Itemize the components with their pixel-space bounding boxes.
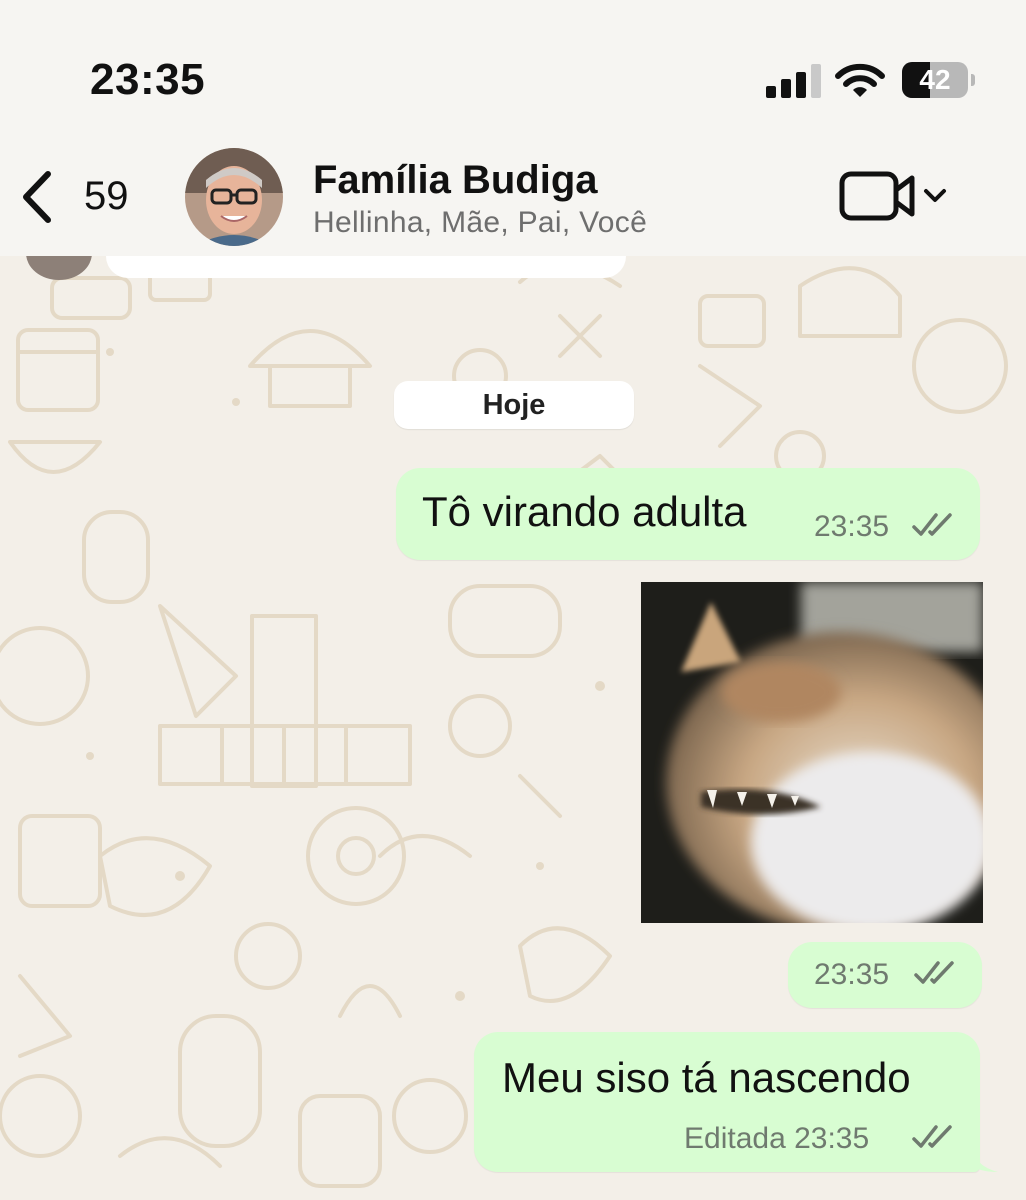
wifi-icon <box>835 63 885 97</box>
status-time: 23:35 <box>90 55 206 104</box>
cat-sticker[interactable] <box>641 582 983 923</box>
outgoing-message[interactable]: Meu siso tá nascendo Editada 23:35 <box>474 1032 980 1172</box>
message-meta: Editada 23:35 <box>684 1122 869 1156</box>
message-time: 23:35 <box>814 510 890 543</box>
group-members: Hellinha, Mãe, Pai, Você <box>313 206 648 239</box>
cellular-signal-icon <box>766 64 822 98</box>
chevron-left-icon <box>23 171 51 223</box>
sticker-time-bubble[interactable]: 23:35 <box>788 942 982 1008</box>
chat-area[interactable]: Hoje Tô virando adulta 23:35 23:35 Meu s… <box>0 256 1026 1200</box>
previous-message-bubble[interactable] <box>106 256 626 278</box>
message-time: 23:35 <box>814 958 890 991</box>
double-check-icon <box>914 961 954 984</box>
message-text: Meu siso tá nascendo <box>502 1054 911 1101</box>
video-camera-icon <box>839 171 946 221</box>
message-text: Tô virando adulta <box>422 488 747 535</box>
edited-label: Editada <box>684 1122 786 1155</box>
group-name[interactable]: Família Budiga <box>313 158 598 203</box>
outgoing-message[interactable]: Tô virando adulta 23:35 <box>396 468 980 560</box>
status-bar: 23:35 42 <box>0 0 1026 140</box>
double-check-icon <box>912 513 952 536</box>
double-check-icon <box>912 1125 952 1148</box>
battery-level: 42 <box>919 64 951 95</box>
battery-icon: 42 <box>902 62 975 100</box>
chat-header: 59 Família Budiga Hellinha, Mãe, Pai, Vo… <box>0 140 1026 256</box>
message-time: 23:35 <box>794 1122 870 1155</box>
bubble-tail <box>970 1144 998 1172</box>
video-call-button[interactable] <box>838 168 950 224</box>
group-avatar[interactable] <box>185 148 283 246</box>
chevron-down-icon <box>924 189 946 202</box>
date-separator: Hoje <box>394 381 634 429</box>
back-button[interactable]: 59 <box>20 164 150 228</box>
unread-count-badge: 59 <box>84 174 129 218</box>
